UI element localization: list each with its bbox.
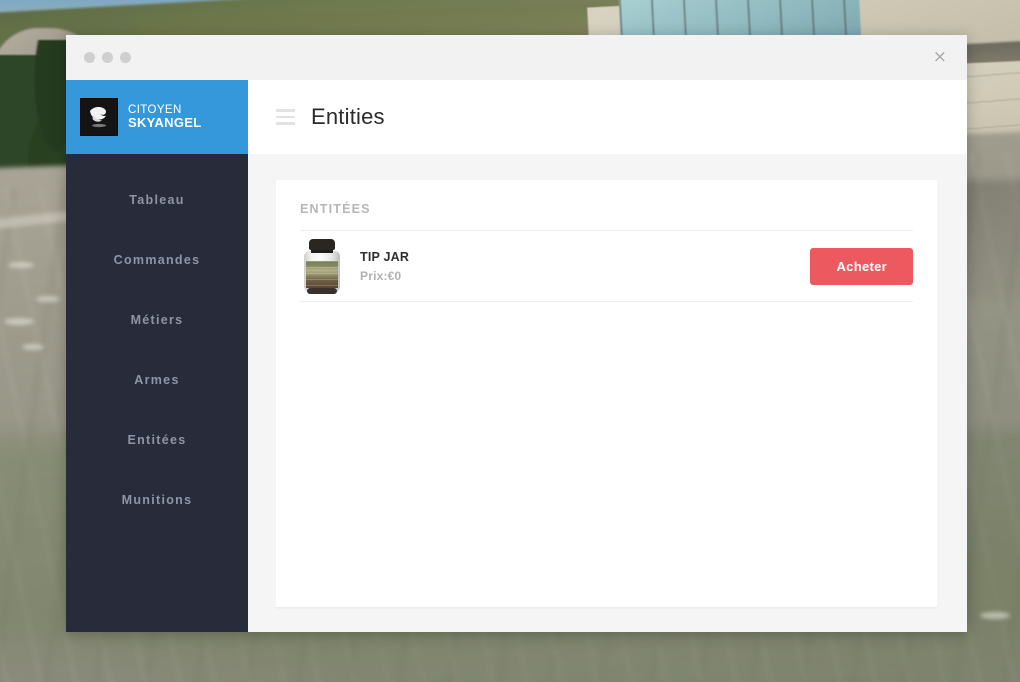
- sidebar: CITOYEN SKYANGEL Tableau Commandes Métie…: [66, 80, 248, 632]
- item-name: TIP JAR: [360, 249, 410, 264]
- background-road-mark: [4, 318, 34, 325]
- jar-label-texture: [306, 261, 338, 288]
- window-dot-2[interactable]: [102, 52, 113, 63]
- window-titlebar[interactable]: ×: [66, 35, 967, 80]
- hamburger-icon[interactable]: [276, 109, 295, 125]
- sidebar-nav: Tableau Commandes Métiers Armes Entitées: [66, 154, 248, 530]
- hamburger-bar: [276, 109, 295, 112]
- window-dot-3[interactable]: [120, 52, 131, 63]
- entities-card: ENTITÉES TIP JAR Prix:€0 Acheter: [276, 180, 937, 608]
- background-road-mark: [980, 612, 1010, 619]
- sidebar-item-armes[interactable]: Armes: [66, 350, 248, 410]
- sidebar-item-entitees[interactable]: Entitées: [66, 410, 248, 470]
- sidebar-item-label: Métiers: [130, 313, 184, 327]
- sidebar-item-label: Tableau: [129, 193, 185, 207]
- entities-card-inner: ENTITÉES TIP JAR Prix:€0 Acheter: [276, 180, 937, 302]
- app-window: × CITOYEN SKYANGEL Tableau Commandes Mét…: [66, 35, 967, 632]
- hamburger-bar: [276, 122, 295, 125]
- item-info: TIP JAR Prix:€0: [360, 250, 810, 283]
- sidebar-item-label: Entitées: [127, 433, 187, 447]
- main-area: Entities ENTITÉES TIP JAR Prix:€0 Achete…: [248, 80, 967, 632]
- background-road-mark: [8, 262, 34, 268]
- background-road-mark: [22, 344, 44, 350]
- item-price: Prix:€0: [360, 268, 402, 283]
- jar-lid: [309, 239, 335, 250]
- list-item[interactable]: TIP JAR Prix:€0 Acheter: [300, 230, 913, 302]
- brand-text: CITOYEN SKYANGEL: [128, 104, 201, 130]
- sidebar-item-tableau[interactable]: Tableau: [66, 170, 248, 230]
- tip-jar-image: [300, 239, 344, 294]
- sidebar-item-label: Commandes: [113, 253, 201, 267]
- card-title: ENTITÉES: [300, 202, 371, 216]
- window-body: CITOYEN SKYANGEL Tableau Commandes Métie…: [66, 80, 967, 632]
- sidebar-item-label: Armes: [134, 373, 180, 387]
- buy-button[interactable]: Acheter: [810, 247, 913, 285]
- content-area: ENTITÉES TIP JAR Prix:€0 Acheter: [248, 154, 967, 632]
- page-title: Entities: [311, 104, 385, 129]
- screen: × CITOYEN SKYANGEL Tableau Commandes Mét…: [0, 0, 1020, 682]
- sidebar-item-metiers[interactable]: Métiers: [66, 290, 248, 350]
- page-header: Entities: [248, 80, 967, 154]
- close-icon[interactable]: ×: [933, 49, 947, 66]
- sidebar-brand[interactable]: CITOYEN SKYANGEL: [66, 80, 248, 154]
- sidebar-item-commandes[interactable]: Commandes: [66, 230, 248, 290]
- hamburger-bar: [276, 115, 295, 119]
- window-dot-1[interactable]: [84, 52, 95, 63]
- sidebar-item-label: Munitions: [121, 493, 193, 507]
- window-controls[interactable]: [84, 52, 131, 63]
- wolf-crest-icon: [80, 98, 118, 136]
- jar-base: [307, 288, 337, 294]
- sidebar-item-munitions[interactable]: Munitions: [66, 470, 248, 530]
- brand-line-2: SKYANGEL: [128, 115, 202, 131]
- background-road-mark: [36, 296, 60, 302]
